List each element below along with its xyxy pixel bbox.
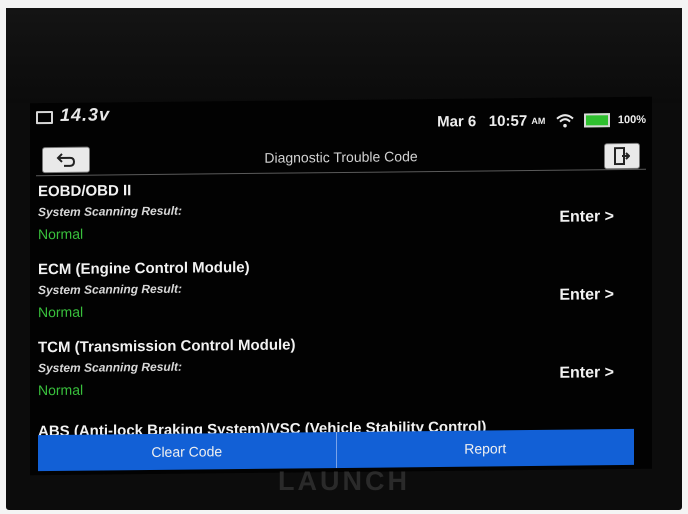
device-screen: 14.3v Mar 6 10:57 AM 100% Diagnostic Tro… [30, 96, 652, 476]
battery-icon [583, 113, 610, 128]
title-bar: Diagnostic Trouble Code [36, 138, 646, 177]
system-name: EOBD/OBD II [38, 182, 132, 201]
scan-label: System Scanning Result: [38, 359, 183, 376]
status-right: Mar 6 10:57 AM 100% [437, 111, 646, 131]
system-name: ECM (Engine Control Module) [38, 258, 250, 279]
scan-result: Normal [38, 303, 84, 321]
action-bar: Clear Code Report [38, 428, 634, 472]
launch-logo: LAUNCH [278, 466, 410, 496]
battery-percent: 100% [617, 113, 646, 127]
enter-button[interactable]: Enter > [559, 286, 614, 305]
scan-label: System Scanning Result: [38, 281, 183, 298]
status-bar: 14.3v Mar 6 10:57 AM 100% [30, 97, 652, 144]
scan-label: System Scanning Result: [38, 203, 183, 220]
system-item-ecm: ECM (Engine Control Module) System Scann… [38, 255, 638, 339]
voltage-readout: 14.3v [60, 104, 111, 125]
am-pm: AM [531, 115, 546, 127]
exit-icon [614, 147, 630, 166]
car-battery-icon [36, 111, 53, 125]
enter-button[interactable]: Enter > [559, 208, 614, 227]
bezel-top [6, 8, 682, 103]
time: 10:57 [488, 112, 528, 130]
system-item-eobd: EOBD/OBD II System Scanning Result: Norm… [38, 177, 638, 261]
scan-result: Normal [38, 225, 84, 243]
page-title: Diagnostic Trouble Code [264, 148, 418, 166]
enter-button[interactable]: Enter > [559, 364, 614, 383]
report-button[interactable]: Report [335, 428, 634, 469]
wifi-icon [555, 114, 574, 128]
date: Mar 6 [437, 113, 477, 131]
scan-result: Normal [38, 381, 84, 399]
system-list: EOBD/OBD II System Scanning Result: Norm… [38, 177, 638, 437]
exit-button[interactable] [604, 142, 640, 170]
device-bezel: 14.3v Mar 6 10:57 AM 100% Diagnostic Tro… [6, 8, 682, 510]
system-item-tcm: TCM (Transmission Control Module) System… [38, 333, 638, 417]
system-name: TCM (Transmission Control Module) [38, 336, 296, 357]
